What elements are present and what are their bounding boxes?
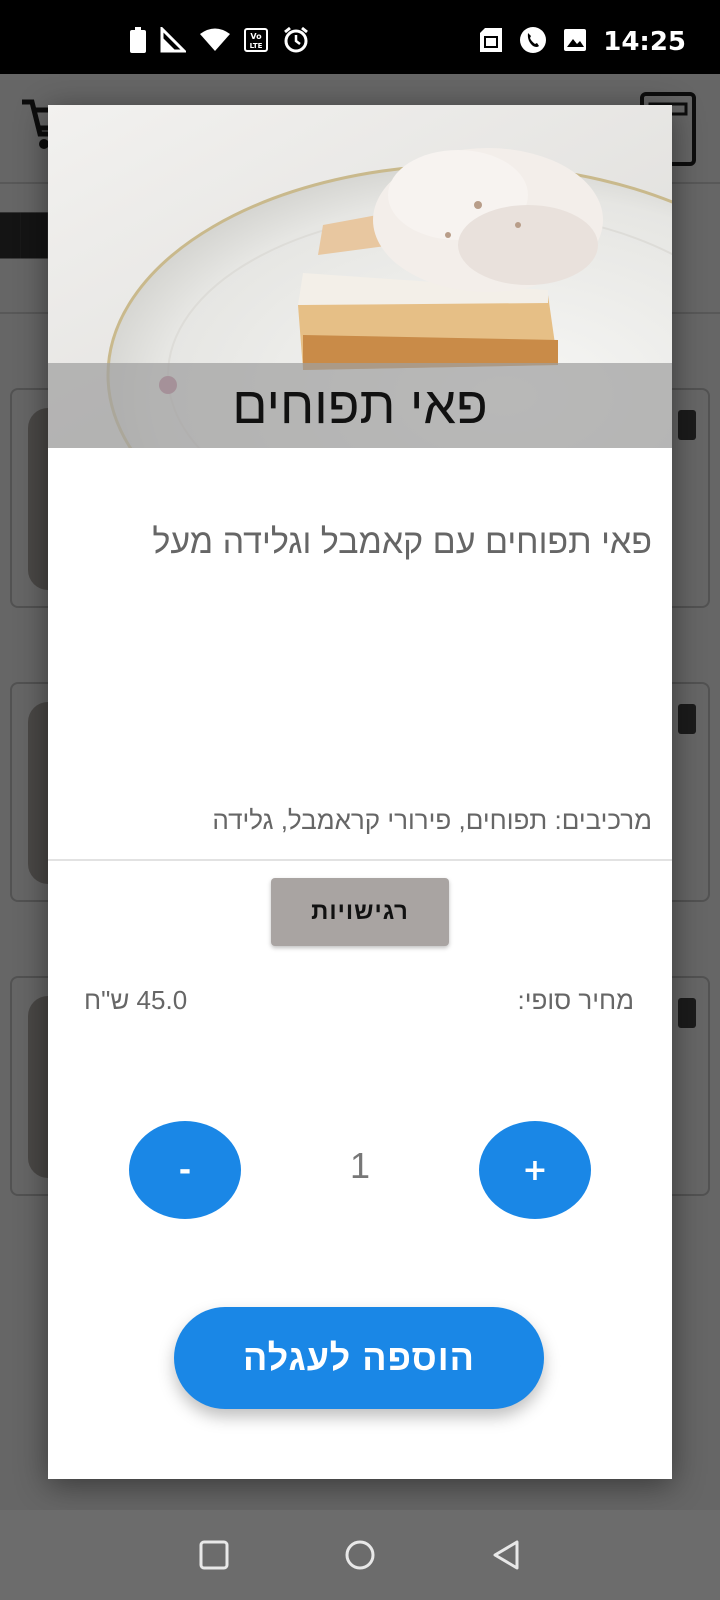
product-description: פאי תפוחים עם קאמבל וגלידה מעל [152, 523, 652, 561]
battery-icon [130, 26, 146, 58]
quantity-value: 1 [349, 1145, 371, 1186]
signal-icon [160, 24, 188, 58]
status-icons-right: 14:25 [479, 26, 686, 58]
sim-icon [479, 27, 503, 58]
recents-icon[interactable] [193, 1534, 235, 1576]
title-band: פאי תפוחים [48, 363, 672, 448]
product-title: פאי תפוחים [232, 376, 488, 435]
increase-quantity-button[interactable]: + [479, 1121, 591, 1219]
volte-icon: Vo LTE [244, 27, 268, 57]
price-value: 45.0 ש"ח [84, 985, 188, 1015]
clock-time: 14:25 [603, 27, 686, 57]
dialog-divider [48, 859, 672, 861]
navigation-bar [0, 1510, 720, 1600]
wifi-icon [200, 28, 230, 57]
allergies-button[interactable]: רגישויות [271, 878, 449, 946]
product-image: פאי תפוחים [48, 105, 672, 448]
svg-text:Vo: Vo [250, 32, 262, 41]
svg-text:LTE: LTE [250, 42, 263, 50]
back-icon[interactable] [486, 1534, 528, 1576]
status-bar: Vo LTE 14:25 [0, 0, 720, 74]
add-to-cart-button[interactable]: הוספה לעגלה [174, 1307, 544, 1409]
status-icons-left: Vo LTE [130, 24, 310, 59]
alarm-icon [282, 26, 310, 59]
product-dialog: פאי תפוחים פאי תפוחים עם קאמבל וגלידה מע… [48, 105, 672, 1479]
product-ingredients: מרכיבים: תפוחים, פירורי קראמבל, גלידה [212, 805, 652, 835]
phone-icon [519, 26, 547, 59]
image-icon [563, 28, 587, 57]
decrease-quantity-button[interactable]: - [129, 1121, 241, 1219]
price-label: מחיר סופי: [517, 985, 634, 1015]
home-icon[interactable] [339, 1534, 381, 1576]
